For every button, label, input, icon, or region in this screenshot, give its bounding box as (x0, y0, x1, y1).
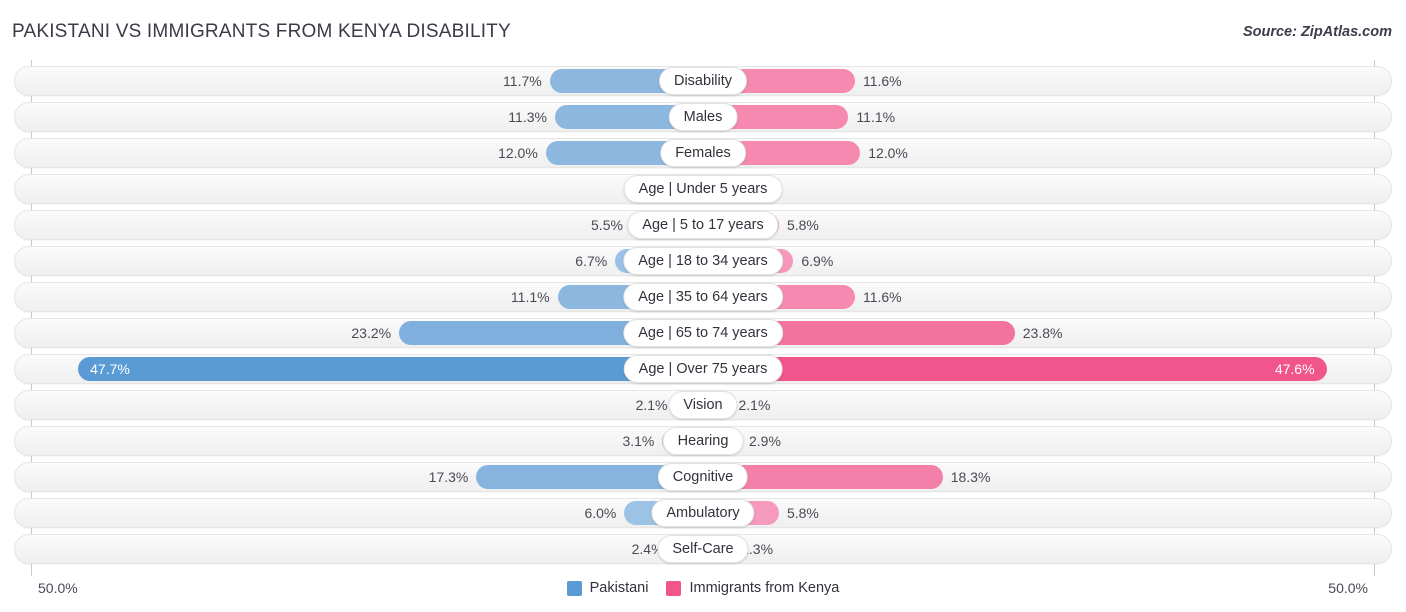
category-label-pill: Hearing (662, 427, 744, 455)
bar-left-pakistani[interactable] (78, 357, 703, 381)
bar-value-right: 11.1% (856, 109, 896, 125)
bar-value-left: 11.3% (508, 109, 547, 125)
category-label-pill: Age | Under 5 years (623, 175, 783, 203)
bar-value-left: 6.0% (584, 505, 617, 521)
bar-value-right: 5.8% (786, 217, 819, 233)
row-bars: 1.3%1.2%Age | Under 5 years (0, 174, 1406, 204)
bar-value-right: 18.3% (950, 469, 991, 485)
bar-value-left: 5.5% (591, 217, 623, 233)
category-label-pill: Vision (668, 391, 738, 419)
legend-label: Pakistani (589, 580, 649, 596)
bar-value-right: 2.1% (738, 397, 771, 413)
bar-value-right: 12.0% (868, 145, 908, 161)
bar-value-left: 12.0% (498, 145, 538, 161)
legend-swatch-icon (666, 580, 682, 596)
table-row: 11.7% 11.6% Disability (0, 66, 1406, 96)
row-bars: 6.0% 5.8% Ambulatory (0, 498, 1406, 528)
category-label-pill: Age | 18 to 34 years (623, 247, 783, 275)
table-row: 12.0% 12.0% Females (0, 138, 1406, 168)
category-label-pill: Females (660, 139, 746, 167)
row-bars: 11.7% 11.6% Disability (0, 66, 1406, 96)
row-bars: 6.7% 6.9% Age | 18 to 34 years (0, 246, 1406, 276)
bar-value-right: 11.6% (862, 73, 902, 89)
row-bars: 11.1% 11.6% Age | 35 to 64 years (0, 282, 1406, 312)
table-row: 6.0% 5.8% Ambulatory (0, 498, 1406, 528)
bar-value-left: 2.4% (631, 541, 664, 557)
source-attribution: Source: ZipAtlas.com (1242, 24, 1392, 40)
legend-label: Immigrants from Kenya (689, 580, 840, 596)
bar-value-right: 23.8% (1022, 325, 1063, 341)
table-row: 2.1% 2.1% Vision (0, 390, 1406, 420)
chart-root: PAKISTANI VS IMMIGRANTS FROM KENYA DISAB… (0, 0, 1406, 612)
category-label-pill: Age | Over 75 years (623, 355, 783, 383)
category-label-pill: Age | 65 to 74 years (623, 319, 783, 347)
row-bars: 23.2% 23.8% Age | 65 to 74 years (0, 318, 1406, 348)
category-label-pill: Males (668, 103, 738, 131)
legend-item[interactable]: Immigrants from Kenya (666, 580, 839, 596)
table-row: 11.1% 11.6% Age | 35 to 64 years (0, 282, 1406, 312)
bar-value-left: 23.2% (351, 325, 392, 341)
table-row: 6.7% 6.9% Age | 18 to 34 years (0, 246, 1406, 276)
category-label-pill: Ambulatory (651, 499, 755, 527)
row-bars: 47.7% 47.6% Age | Over 75 years (0, 354, 1406, 384)
category-label-pill: Age | 35 to 64 years (623, 283, 783, 311)
bar-value-left: 11.1% (510, 289, 550, 305)
table-row: 11.3% 11.1% Males (0, 102, 1406, 132)
legend-swatch-icon (566, 580, 582, 596)
chart-header: PAKISTANI VS IMMIGRANTS FROM KENYA DISAB… (0, 0, 1406, 60)
bar-value-right: 2.9% (748, 433, 781, 449)
table-row: 17.3% 18.3% Cognitive (0, 462, 1406, 492)
category-label-pill: Age | 5 to 17 years (627, 211, 779, 239)
chart-legend: Pakistani Immigrants from Kenya (0, 580, 1406, 596)
table-row: 23.2% 23.8% Age | 65 to 74 years (0, 318, 1406, 348)
row-bars: 11.3% 11.1% Males (0, 102, 1406, 132)
category-label-pill: Disability (658, 67, 748, 95)
row-bars: 3.1% 2.9% Hearing (0, 426, 1406, 456)
bar-value-left: 3.1% (622, 433, 655, 449)
bar-value-left: 6.7% (575, 253, 608, 269)
bar-value-right: 11.6% (862, 289, 902, 305)
chart-footer: 50.0% 50.0% Pakistani Immigrants from Ken… (0, 572, 1406, 612)
bar-value-right: 6.9% (801, 253, 834, 269)
plot-area: 11.7% 11.6% Disability 11.3% 11.1% Males 12.0%… (0, 60, 1406, 576)
bar-value-left: 11.7% (503, 73, 542, 89)
category-label-pill: Cognitive (657, 463, 749, 491)
table-row: 3.1% 2.9% Hearing (0, 426, 1406, 456)
table-row: 2.4% 2.3% Self-Care (0, 534, 1406, 564)
row-bars: 12.0% 12.0% Females (0, 138, 1406, 168)
bar-value-right: 2.3% (741, 541, 774, 557)
row-bars: 2.1% 2.1% Vision (0, 390, 1406, 420)
bar-value-left: 17.3% (428, 469, 469, 485)
page-title: PAKISTANI VS IMMIGRANTS FROM KENYA DISAB… (12, 21, 511, 42)
bar-value-right: 5.8% (786, 505, 819, 521)
legend-item[interactable]: Pakistani (566, 580, 649, 596)
bar-rows: 11.7% 11.6% Disability 11.3% 11.1% Males 12.0%… (0, 66, 1406, 570)
table-row: 5.5% 5.8% Age | 5 to 17 years (0, 210, 1406, 240)
bar-value-right: 47.6% (1274, 361, 1315, 377)
row-bars: 5.5% 5.8% Age | 5 to 17 years (0, 210, 1406, 240)
row-bars: 2.4% 2.3% Self-Care (0, 534, 1406, 564)
table-row: 47.7% 47.6% Age | Over 75 years (0, 354, 1406, 384)
bar-value-left: 2.1% (635, 397, 668, 413)
row-bars: 17.3% 18.3% Cognitive (0, 462, 1406, 492)
table-row: 1.3%1.2%Age | Under 5 years (0, 174, 1406, 204)
bar-right-kenya[interactable] (703, 357, 1327, 381)
category-label-pill: Self-Care (657, 535, 749, 563)
bar-value-left: 47.7% (90, 361, 130, 377)
